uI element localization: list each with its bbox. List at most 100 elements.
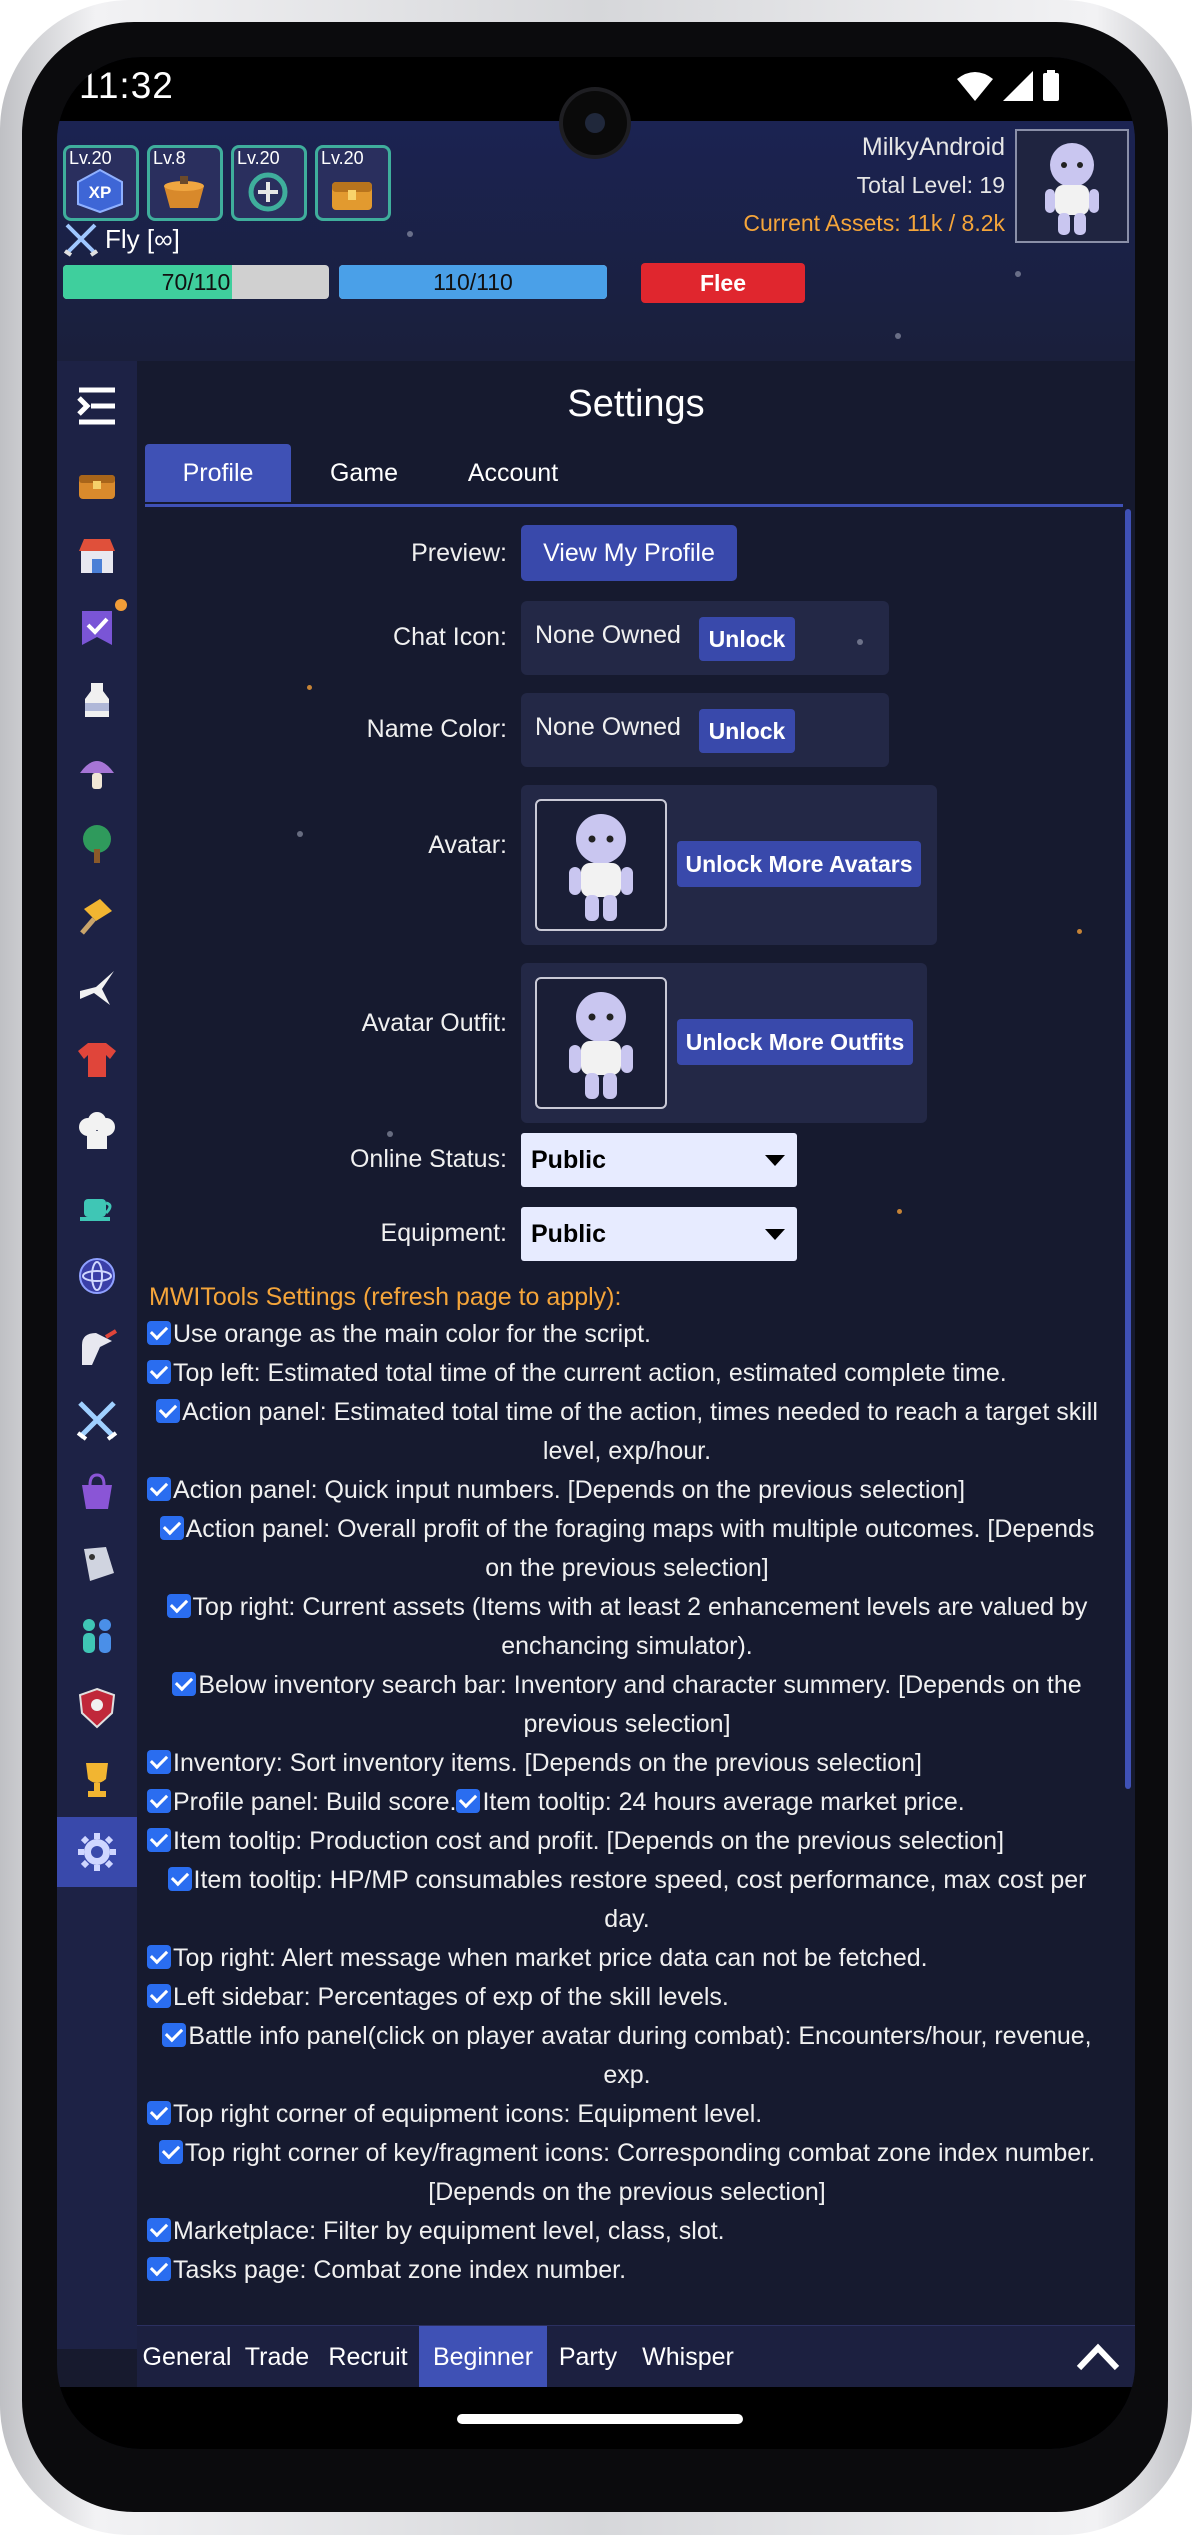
option-row[interactable]: Top right corner of equipment icons: Equ… (147, 2095, 1107, 2134)
option-row[interactable]: Marketplace: Filter by equipment level, … (147, 2212, 1107, 2251)
chevron-up-icon[interactable] (1075, 2340, 1121, 2374)
chat-tab-whisper[interactable]: Whisper (629, 2326, 747, 2388)
option-row[interactable]: Top right: Alert message when market pri… (147, 1939, 1107, 1978)
tab-account[interactable]: Account (433, 444, 593, 502)
player-name[interactable]: MilkyAndroid (862, 133, 1005, 162)
sidebar-item-settings[interactable] (57, 1817, 137, 1887)
mp-bar: 110/110 (339, 265, 607, 299)
unlock-more-outfits-button[interactable]: Unlock More Outfits (677, 1019, 913, 1065)
checkbox[interactable] (147, 1984, 171, 2008)
checkbox[interactable] (172, 1672, 197, 1696)
avatar-panel: Unlock More Avatars (521, 785, 937, 945)
sidebar-item-guild[interactable] (57, 1673, 137, 1743)
online-status-select[interactable]: Public (521, 1133, 797, 1187)
avatar-preview[interactable] (535, 799, 667, 931)
sidebar-item-brewing[interactable] (57, 1169, 137, 1239)
option-text: Action panel: Overall profit of the fora… (185, 1515, 1095, 1582)
checkbox[interactable] (147, 1321, 171, 1345)
sidebar-item-alchemy[interactable] (57, 1241, 137, 1311)
sidebar-toggle[interactable] (57, 371, 137, 441)
checkbox[interactable] (147, 1360, 171, 1384)
checkbox[interactable] (147, 1945, 171, 1969)
option-row[interactable]: Tasks page: Combat zone index number. (147, 2251, 1107, 2290)
checkbox[interactable] (159, 1516, 184, 1540)
tab-underline (145, 504, 1123, 507)
view-my-profile-button[interactable]: View My Profile (521, 525, 737, 581)
chat-tab-trade[interactable]: Trade (237, 2326, 317, 2388)
checkbox[interactable] (147, 2101, 171, 2125)
sidebar-item-leaderboard[interactable] (57, 1745, 137, 1815)
skill-chest-badge[interactable]: Lv.20 (315, 145, 391, 221)
crossed-swords-icon (63, 223, 99, 257)
skill-xp-badge[interactable]: Lv.20 XP (63, 145, 139, 221)
option-row[interactable]: Item tooltip: Production cost and profit… (147, 1822, 1107, 1861)
sidebar-item-enhancing[interactable] (57, 1313, 137, 1383)
sidebar-item-crafting[interactable] (57, 953, 137, 1023)
flee-button[interactable]: Flee (641, 263, 805, 303)
settings-scrollbar[interactable] (1125, 509, 1131, 1789)
skill-loop-badge[interactable]: Lv.20 (231, 145, 307, 221)
checkbox[interactable] (456, 1789, 481, 1813)
checkbox[interactable] (166, 1594, 191, 1618)
unlock-name-color-button[interactable]: Unlock (699, 709, 795, 753)
sidebar-item-shop[interactable] (57, 1457, 137, 1527)
option-row[interactable]: Top right corner of key/fragment icons: … (147, 2134, 1107, 2212)
unlock-more-avatars-button[interactable]: Unlock More Avatars (677, 841, 921, 887)
crafting-icon (80, 971, 114, 1005)
option-row[interactable]: Below inventory search bar: Inventory an… (147, 1666, 1107, 1744)
equipment-visibility-select[interactable]: Public (521, 1207, 797, 1261)
checkbox[interactable] (147, 1789, 171, 1813)
option-row[interactable]: Left sidebar: Percentages of exp of the … (147, 1978, 1107, 2017)
home-indicator[interactable] (457, 2414, 743, 2424)
option-row[interactable]: Profile panel: Build score. Item tooltip:… (147, 1783, 1107, 1822)
shop-icon (82, 1473, 112, 1509)
current-action[interactable]: Fly [∞] (63, 221, 180, 257)
option-row[interactable]: Action panel: Overall profit of the fora… (147, 1510, 1107, 1588)
option-row[interactable]: Top left: Estimated total time of the cu… (147, 1354, 1107, 1393)
sidebar-item-inventory[interactable] (57, 449, 137, 519)
checkbox[interactable] (147, 2218, 171, 2242)
sidebar-item-tailoring[interactable] (57, 1025, 137, 1095)
option-row[interactable]: Item tooltip: HP/MP consumables restore … (147, 1861, 1107, 1939)
skill-cooking-badge[interactable]: Lv.8 (147, 145, 223, 221)
mwitools-options: Use orange as the main color for the scr… (147, 1315, 1107, 2290)
tab-game[interactable]: Game (291, 444, 437, 502)
option-row[interactable]: Use orange as the main color for the scr… (147, 1315, 1107, 1354)
option-row[interactable]: Battle info panel(click on player avatar… (147, 2017, 1107, 2095)
chat-tab-beginner[interactable]: Beginner (419, 2326, 547, 2388)
sidebar-item-tasks[interactable] (57, 593, 137, 663)
outfit-preview[interactable] (535, 977, 667, 1109)
option-row[interactable]: Action panel: Quick input numbers. [Depe… (147, 1471, 1107, 1510)
checkbox[interactable] (147, 1750, 171, 1774)
checkbox[interactable] (158, 2140, 183, 2164)
sidebar-item-milking[interactable] (57, 665, 137, 735)
avatar-outfit-label: Avatar Outfit: (361, 1009, 507, 1037)
avatar-outfit-panel: Unlock More Outfits (521, 963, 927, 1123)
checkbox[interactable] (156, 1399, 181, 1423)
option-row[interactable]: Top right: Current assets (Items with at… (147, 1588, 1107, 1666)
checkbox[interactable] (147, 2257, 171, 2281)
player-avatar[interactable] (1015, 129, 1129, 243)
sidebar-item-foraging[interactable] (57, 737, 137, 807)
sidebar-item-cowbell-store[interactable] (57, 1529, 137, 1599)
tab-profile[interactable]: Profile (145, 444, 291, 502)
checkbox[interactable] (162, 2023, 187, 2047)
option-text: Top right: Alert message when market pri… (173, 1944, 928, 1972)
chat-icon-label: Chat Icon: (393, 623, 507, 651)
sidebar-item-cooking[interactable] (57, 1097, 137, 1167)
checkbox[interactable] (147, 1477, 171, 1501)
mp-text: 110/110 (433, 269, 513, 295)
checkbox[interactable] (167, 1867, 192, 1891)
sidebar-item-combat[interactable] (57, 1385, 137, 1455)
chat-tab-party[interactable]: Party (547, 2326, 629, 2388)
chat-tab-recruit[interactable]: Recruit (317, 2326, 419, 2388)
sidebar-item-marketplace[interactable] (57, 521, 137, 591)
option-row[interactable]: Action panel: Estimated total time of th… (147, 1393, 1107, 1471)
sidebar-item-woodcutting[interactable] (57, 809, 137, 879)
sidebar-item-cheesesmithing[interactable] (57, 881, 137, 951)
unlock-chat-icon-button[interactable]: Unlock (699, 617, 795, 661)
chat-tab-general[interactable]: General (137, 2326, 237, 2388)
sidebar-item-social[interactable] (57, 1601, 137, 1671)
checkbox[interactable] (147, 1828, 171, 1852)
option-row[interactable]: Inventory: Sort inventory items. [Depend… (147, 1744, 1107, 1783)
